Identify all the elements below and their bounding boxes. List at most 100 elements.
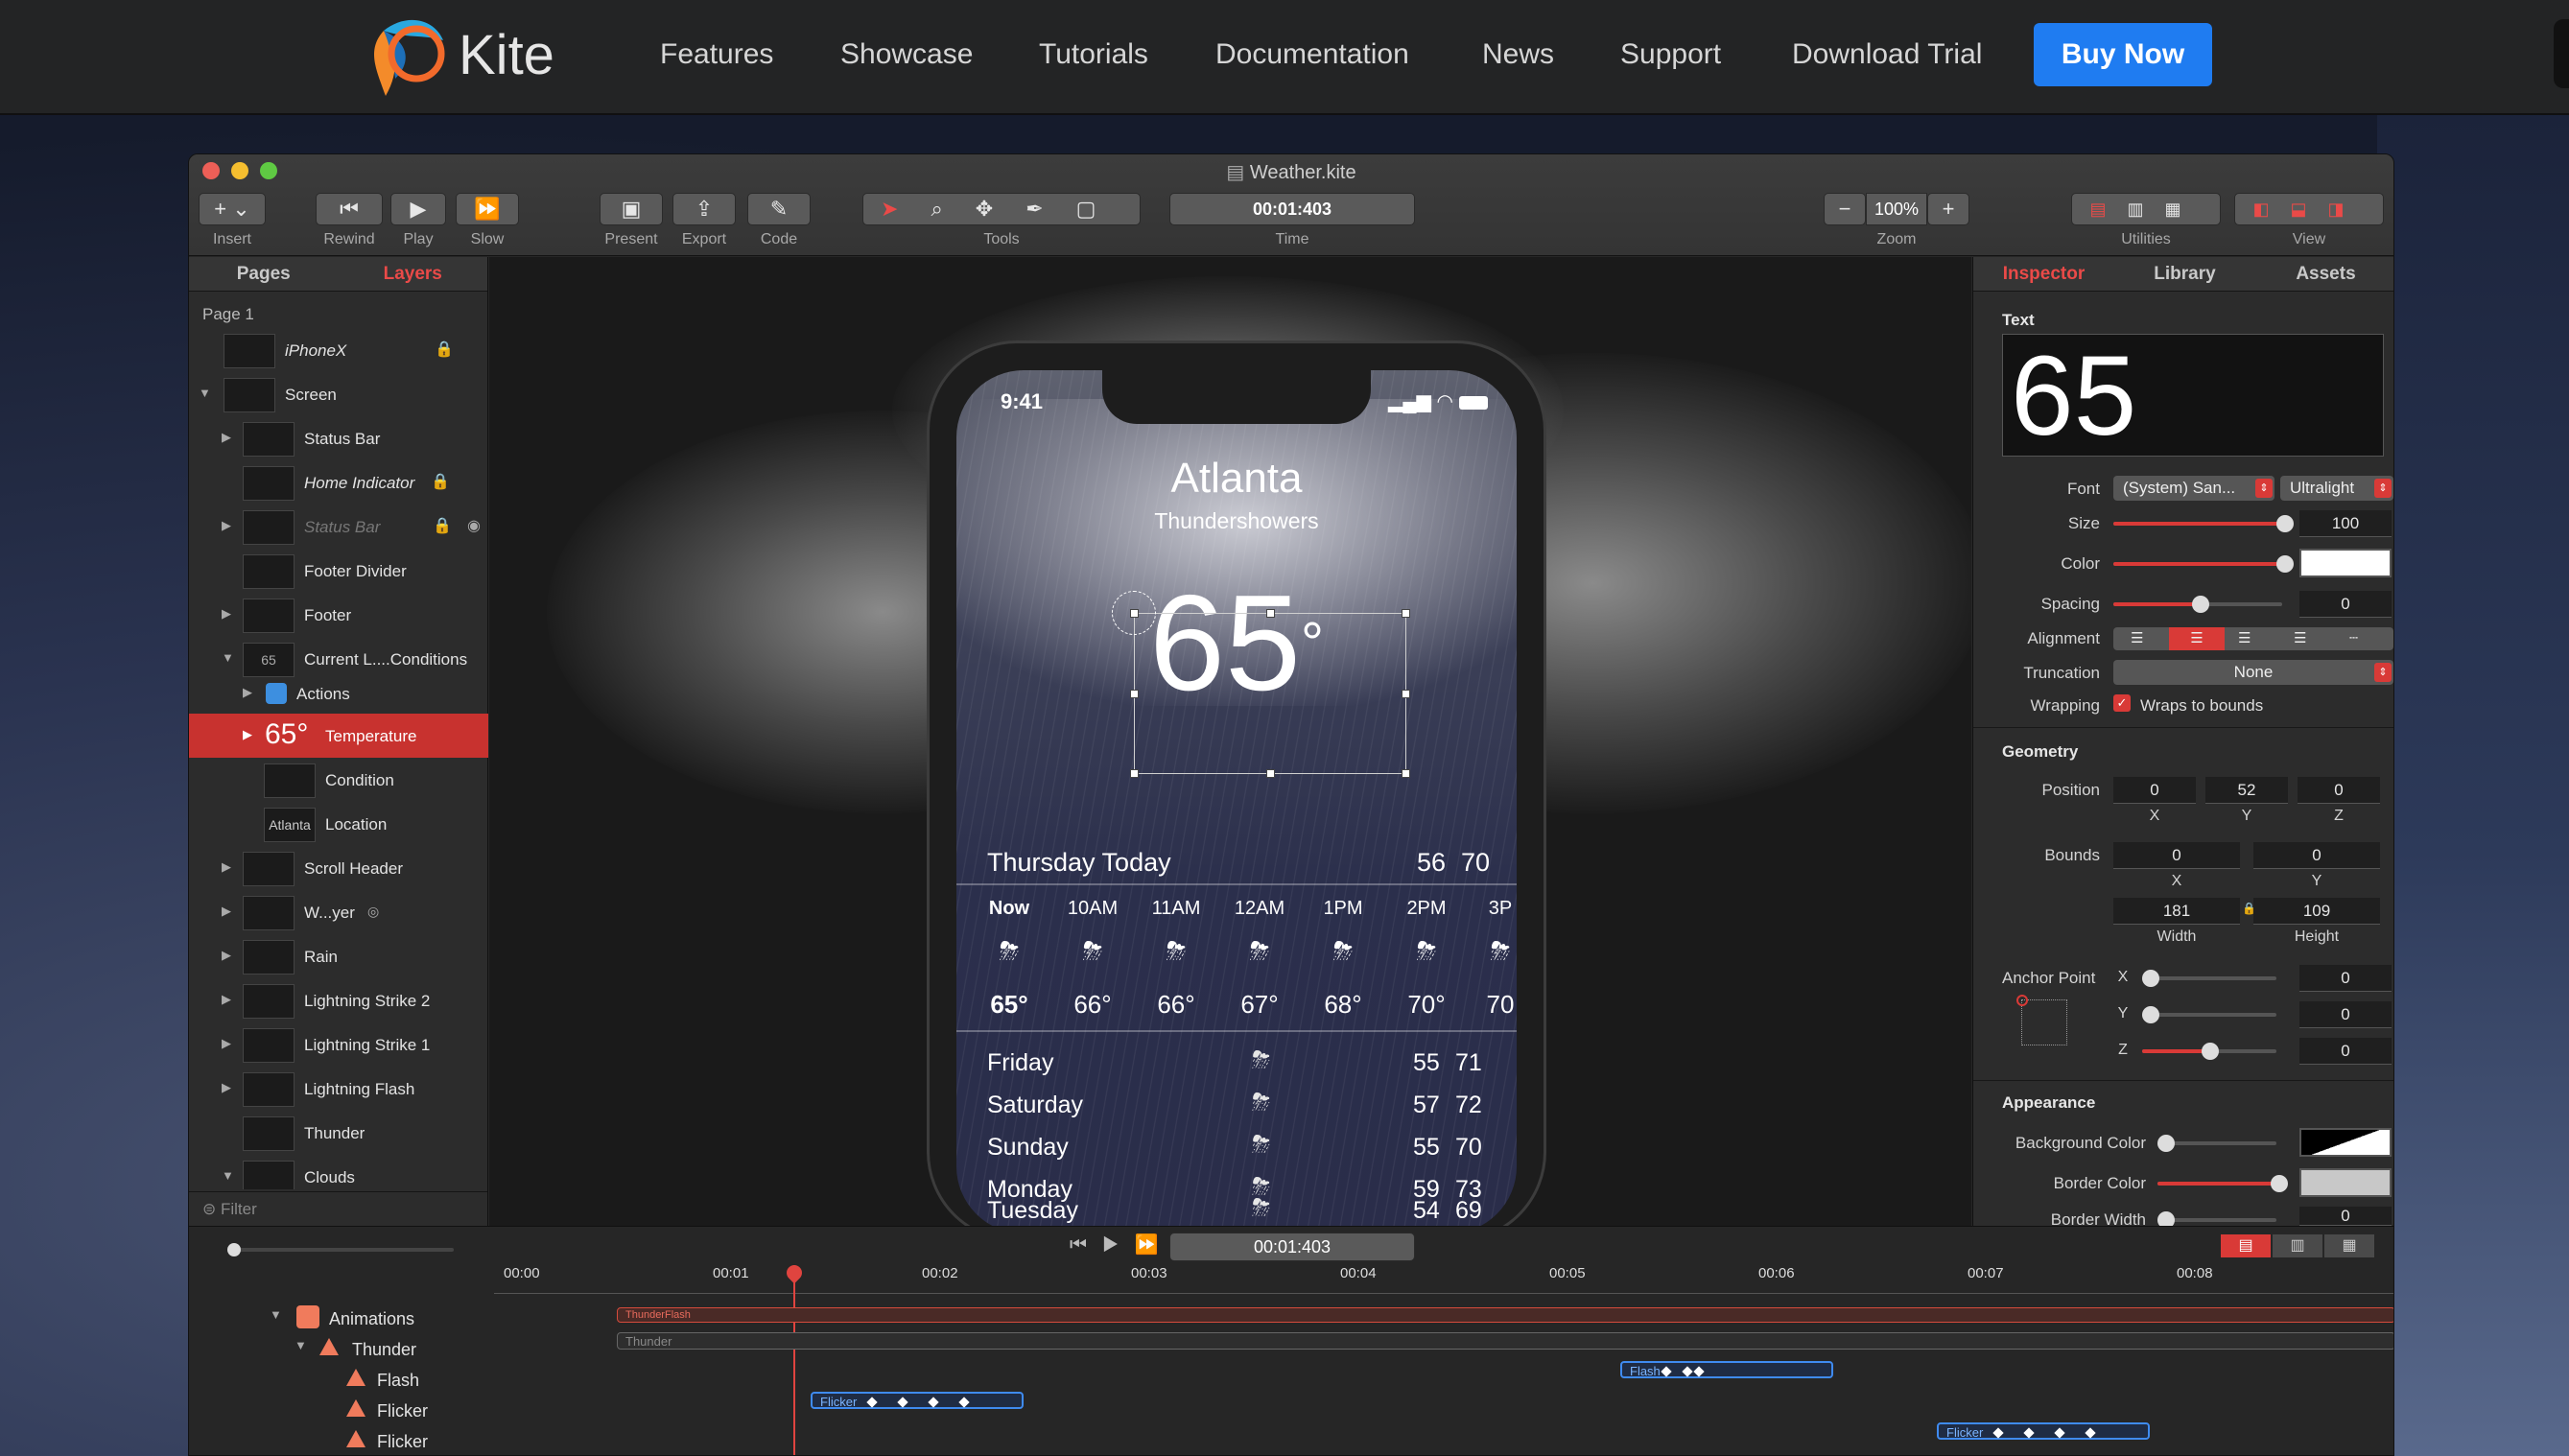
font-weight-select[interactable]: Ultralight ⇕ (2280, 476, 2393, 501)
keyframe[interactable] (1682, 1366, 1693, 1377)
layer-item-temperature[interactable]: ▶ 65° Temperature (189, 714, 488, 758)
zoom-tool-icon[interactable]: ⌕ (931, 197, 975, 221)
slider-knob[interactable] (2202, 1043, 2219, 1060)
disclosure-closed-icon[interactable]: ▶ (222, 904, 231, 919)
anchor-y-field[interactable]: 0 (2299, 1001, 2392, 1028)
disclosure-closed-icon[interactable]: ▶ (222, 859, 231, 875)
zoom-in-button[interactable]: + (1927, 193, 1969, 225)
buy-now-button[interactable]: Buy Now (2034, 23, 2212, 86)
disclosure-open-icon[interactable]: ▼ (199, 386, 211, 400)
layer-item-condition[interactable]: Condition (189, 758, 488, 802)
keyframe[interactable] (1661, 1366, 1672, 1377)
zoom-out-button[interactable]: − (1824, 193, 1866, 225)
anchor-x-field[interactable]: 0 (2299, 965, 2392, 992)
spacing-slider[interactable] (2113, 596, 2282, 613)
resize-handle[interactable] (1402, 690, 1410, 698)
keyframe[interactable] (958, 1397, 970, 1408)
keyframe[interactable] (1693, 1366, 1705, 1377)
view-right-panel-icon[interactable]: ◨ (2328, 200, 2366, 219)
logo-text[interactable]: Kite (459, 23, 554, 87)
selection-bounds[interactable] (1112, 591, 1410, 778)
tab-assets[interactable]: Assets (2255, 257, 2393, 292)
utilities-inspector-icon[interactable]: ▤ (2089, 200, 2127, 219)
align-natural-icon[interactable]: ┄ (2349, 629, 2358, 646)
track-flicker-2[interactable]: Flicker (189, 1426, 494, 1455)
tools-segment[interactable]: ➤⌕✥✒▢ (862, 193, 1141, 225)
nav-features[interactable]: Features (660, 38, 773, 71)
anchor-z-slider[interactable] (2142, 1043, 2276, 1060)
track-animations[interactable]: ▼ Animations (189, 1303, 494, 1334)
timeline-view-3-icon[interactable]: ▦ (2324, 1234, 2374, 1257)
keyframe[interactable] (928, 1397, 939, 1408)
track-thunder[interactable]: ▼ Thunder (189, 1334, 494, 1365)
disclosure-open-icon[interactable]: ▼ (270, 1307, 282, 1322)
size-slider[interactable] (2113, 515, 2294, 532)
timeline-ruler[interactable]: 00:00 00:01 00:02 00:03 00:04 00:05 00:0… (494, 1265, 2393, 1294)
view-left-panel-icon[interactable]: ◧ (2252, 200, 2290, 219)
slider-knob[interactable] (2271, 1175, 2288, 1192)
align-left-icon[interactable]: ☰ (2131, 629, 2143, 646)
anchor-z-field[interactable]: 0 (2299, 1038, 2392, 1065)
time-field[interactable]: 00:01:403 (1169, 193, 1415, 225)
disclosure-closed-icon[interactable]: ▶ (222, 430, 231, 445)
keyframe[interactable] (2085, 1427, 2096, 1439)
shape-tool-icon[interactable]: ▢ (1076, 197, 1129, 221)
layer-item-footer-divider[interactable]: Footer Divider (189, 549, 488, 593)
keyframe[interactable] (1992, 1427, 2004, 1439)
iphone-frame[interactable]: 9:41 ▂▄▆ ◠ Atlanta Thundershowers 65° Th… (927, 341, 1546, 1226)
slider-knob[interactable] (2157, 1135, 2175, 1152)
disclosure-closed-icon[interactable]: ▶ (222, 1080, 231, 1095)
present-button[interactable]: ▣ (600, 193, 663, 225)
layer-item-iphonex[interactable]: iPhoneX 🔒 (189, 328, 488, 372)
bounds-x-field[interactable]: 0 (2113, 842, 2240, 869)
background-opacity-slider[interactable] (2157, 1135, 2276, 1152)
bounds-y-field[interactable]: 0 (2253, 842, 2380, 869)
disclosure-open-icon[interactable]: ▼ (295, 1338, 307, 1352)
keyframe[interactable] (866, 1397, 878, 1408)
disclosure-closed-icon[interactable]: ▶ (222, 518, 231, 533)
size-field[interactable]: 100 (2299, 510, 2392, 537)
tab-pages[interactable]: Pages (189, 257, 339, 292)
move-tool-icon[interactable]: ✥ (976, 197, 1025, 221)
nav-showcase[interactable]: Showcase (840, 38, 973, 71)
pen-tool-icon[interactable]: ✒ (1025, 197, 1075, 221)
align-justify-icon[interactable]: ☰ (2294, 629, 2306, 646)
disclosure-open-icon[interactable]: ▼ (222, 1168, 234, 1183)
color-opacity-slider[interactable] (2113, 555, 2294, 573)
slider-knob[interactable] (227, 1243, 241, 1256)
disclosure-open-icon[interactable]: ▼ (222, 650, 234, 665)
timeline-view-segment[interactable]: ▤ ▥ ▦ (2221, 1234, 2374, 1257)
layer-item-thunder[interactable]: Thunder (189, 1111, 488, 1155)
align-right-icon[interactable]: ☰ (2238, 629, 2251, 646)
slider-knob[interactable] (2276, 515, 2294, 532)
keyframe[interactable] (2023, 1427, 2035, 1439)
keyframe[interactable] (897, 1397, 908, 1408)
layer-item-location[interactable]: Atlanta Location (189, 802, 488, 846)
truncation-select[interactable]: None ⇕ (2113, 660, 2393, 685)
slider-knob[interactable] (2157, 1211, 2175, 1226)
code-button[interactable]: ✎ (747, 193, 811, 225)
height-field[interactable]: 109 (2253, 898, 2380, 925)
canvas[interactable]: 9:41 ▂▄▆ ◠ Atlanta Thundershowers 65° Th… (489, 257, 1971, 1226)
text-color-swatch[interactable] (2299, 549, 2392, 577)
export-button[interactable]: ⇪ (672, 193, 736, 225)
wrapping-checkbox[interactable]: ✓ (2113, 694, 2131, 712)
tab-layers[interactable]: Layers (339, 257, 488, 292)
position-z-field[interactable]: 0 (2298, 777, 2380, 804)
disclosure-closed-icon[interactable]: ▶ (222, 1036, 231, 1051)
insert-button[interactable]: + ⌄ (199, 193, 266, 225)
layer-item-scroll-header[interactable]: ▶ Scroll Header (189, 846, 488, 890)
position-y-field[interactable]: 52 (2205, 777, 2288, 804)
play-icon[interactable]: ▶ (1102, 1234, 1135, 1256)
keyframe[interactable] (2054, 1427, 2065, 1439)
flash-bar[interactable]: Flash (1620, 1361, 1833, 1378)
utilities-library-icon[interactable]: ▥ (2127, 200, 2164, 219)
align-center-icon[interactable]: ☰ (2169, 627, 2225, 650)
border-width-slider[interactable] (2157, 1211, 2276, 1226)
view-bottom-panel-icon[interactable]: ⬓ (2290, 200, 2327, 219)
background-color-swatch[interactable] (2299, 1128, 2392, 1157)
zoom-field[interactable]: 100% (1866, 193, 1927, 225)
pointer-tool-icon[interactable]: ➤ (881, 197, 931, 221)
layer-item-lightning-strike-2[interactable]: ▶ Lightning Strike 2 (189, 978, 488, 1022)
fast-forward-icon[interactable]: ⏩ (1135, 1234, 1174, 1256)
